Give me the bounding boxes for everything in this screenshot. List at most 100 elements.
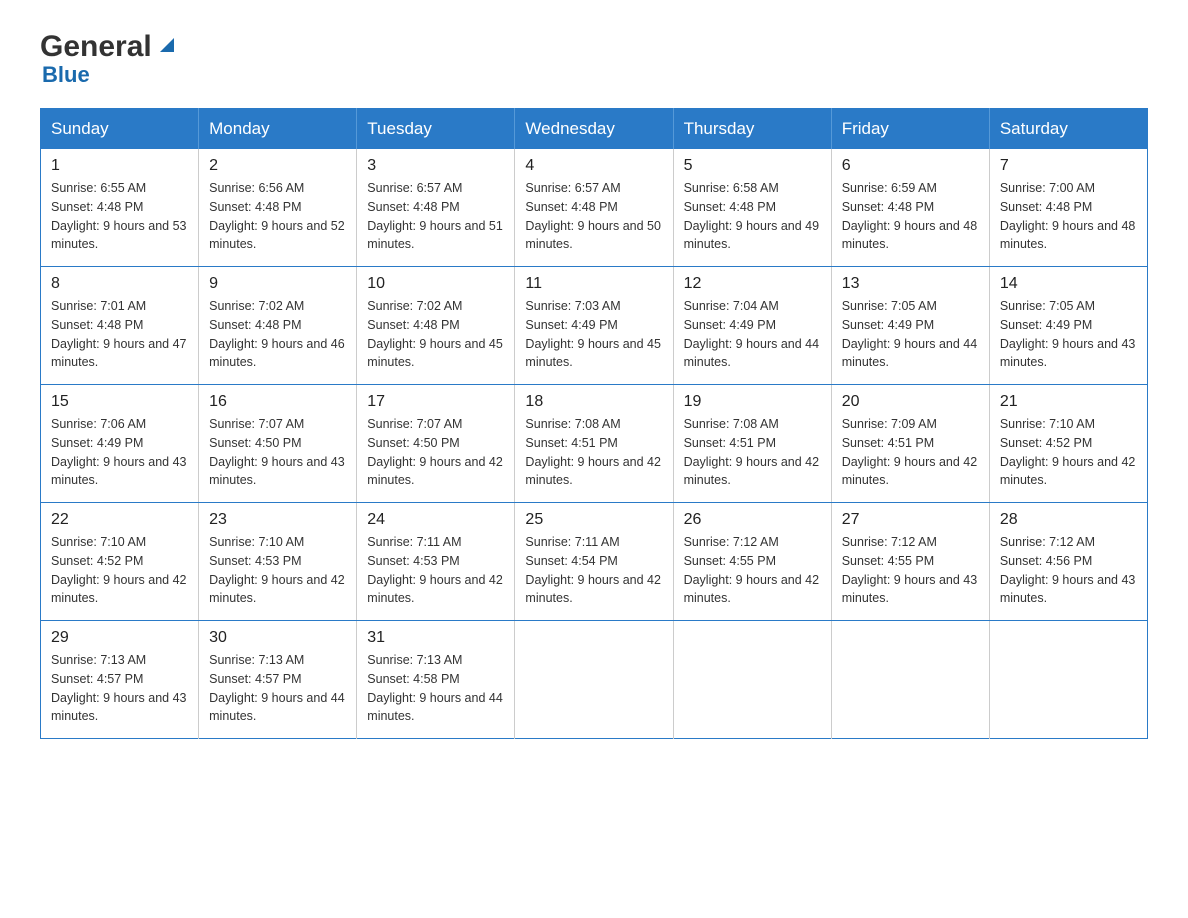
day-number: 31 xyxy=(367,629,504,647)
day-info: Sunrise: 6:59 AM Sunset: 4:48 PM Dayligh… xyxy=(842,179,979,254)
calendar-cell: 8 Sunrise: 7:01 AM Sunset: 4:48 PM Dayli… xyxy=(41,267,199,385)
day-info: Sunrise: 7:08 AM Sunset: 4:51 PM Dayligh… xyxy=(684,415,821,490)
day-number: 27 xyxy=(842,511,979,529)
day-info: Sunrise: 6:56 AM Sunset: 4:48 PM Dayligh… xyxy=(209,179,346,254)
day-info: Sunrise: 7:06 AM Sunset: 4:49 PM Dayligh… xyxy=(51,415,188,490)
header-sunday: Sunday xyxy=(41,109,199,150)
calendar-cell: 23 Sunrise: 7:10 AM Sunset: 4:53 PM Dayl… xyxy=(199,503,357,621)
day-info: Sunrise: 7:07 AM Sunset: 4:50 PM Dayligh… xyxy=(209,415,346,490)
header-monday: Monday xyxy=(199,109,357,150)
calendar-week-row: 22 Sunrise: 7:10 AM Sunset: 4:52 PM Dayl… xyxy=(41,503,1148,621)
logo: General Blue xyxy=(40,30,178,88)
logo-blue: Blue xyxy=(42,62,90,88)
calendar-cell xyxy=(515,621,673,739)
day-info: Sunrise: 7:08 AM Sunset: 4:51 PM Dayligh… xyxy=(525,415,662,490)
day-number: 30 xyxy=(209,629,346,647)
day-info: Sunrise: 6:58 AM Sunset: 4:48 PM Dayligh… xyxy=(684,179,821,254)
calendar-header-row: SundayMondayTuesdayWednesdayThursdayFrid… xyxy=(41,109,1148,150)
calendar-cell: 12 Sunrise: 7:04 AM Sunset: 4:49 PM Dayl… xyxy=(673,267,831,385)
day-number: 4 xyxy=(525,157,662,175)
logo-icon: General xyxy=(40,30,178,64)
day-info: Sunrise: 6:55 AM Sunset: 4:48 PM Dayligh… xyxy=(51,179,188,254)
day-number: 28 xyxy=(1000,511,1137,529)
day-number: 23 xyxy=(209,511,346,529)
day-number: 12 xyxy=(684,275,821,293)
day-number: 2 xyxy=(209,157,346,175)
calendar-cell: 9 Sunrise: 7:02 AM Sunset: 4:48 PM Dayli… xyxy=(199,267,357,385)
day-info: Sunrise: 7:07 AM Sunset: 4:50 PM Dayligh… xyxy=(367,415,504,490)
day-info: Sunrise: 7:05 AM Sunset: 4:49 PM Dayligh… xyxy=(842,297,979,372)
calendar-cell: 4 Sunrise: 6:57 AM Sunset: 4:48 PM Dayli… xyxy=(515,149,673,267)
day-info: Sunrise: 7:11 AM Sunset: 4:53 PM Dayligh… xyxy=(367,533,504,608)
logo-general: General xyxy=(40,30,152,64)
calendar-cell xyxy=(831,621,989,739)
calendar-cell: 10 Sunrise: 7:02 AM Sunset: 4:48 PM Dayl… xyxy=(357,267,515,385)
day-info: Sunrise: 7:10 AM Sunset: 4:52 PM Dayligh… xyxy=(1000,415,1137,490)
calendar-cell: 5 Sunrise: 6:58 AM Sunset: 4:48 PM Dayli… xyxy=(673,149,831,267)
day-info: Sunrise: 7:13 AM Sunset: 4:57 PM Dayligh… xyxy=(51,651,188,726)
calendar-cell: 25 Sunrise: 7:11 AM Sunset: 4:54 PM Dayl… xyxy=(515,503,673,621)
day-number: 6 xyxy=(842,157,979,175)
day-info: Sunrise: 6:57 AM Sunset: 4:48 PM Dayligh… xyxy=(367,179,504,254)
day-number: 24 xyxy=(367,511,504,529)
day-number: 13 xyxy=(842,275,979,293)
header-wednesday: Wednesday xyxy=(515,109,673,150)
header-saturday: Saturday xyxy=(989,109,1147,150)
day-number: 22 xyxy=(51,511,188,529)
calendar-cell: 7 Sunrise: 7:00 AM Sunset: 4:48 PM Dayli… xyxy=(989,149,1147,267)
calendar-week-row: 15 Sunrise: 7:06 AM Sunset: 4:49 PM Dayl… xyxy=(41,385,1148,503)
day-number: 25 xyxy=(525,511,662,529)
calendar-cell: 16 Sunrise: 7:07 AM Sunset: 4:50 PM Dayl… xyxy=(199,385,357,503)
calendar-cell: 27 Sunrise: 7:12 AM Sunset: 4:55 PM Dayl… xyxy=(831,503,989,621)
calendar-cell: 3 Sunrise: 6:57 AM Sunset: 4:48 PM Dayli… xyxy=(357,149,515,267)
calendar-cell: 20 Sunrise: 7:09 AM Sunset: 4:51 PM Dayl… xyxy=(831,385,989,503)
day-number: 15 xyxy=(51,393,188,411)
day-number: 3 xyxy=(367,157,504,175)
calendar-table: SundayMondayTuesdayWednesdayThursdayFrid… xyxy=(40,108,1148,739)
calendar-cell: 1 Sunrise: 6:55 AM Sunset: 4:48 PM Dayli… xyxy=(41,149,199,267)
day-info: Sunrise: 7:00 AM Sunset: 4:48 PM Dayligh… xyxy=(1000,179,1137,254)
calendar-cell: 21 Sunrise: 7:10 AM Sunset: 4:52 PM Dayl… xyxy=(989,385,1147,503)
calendar-cell: 18 Sunrise: 7:08 AM Sunset: 4:51 PM Dayl… xyxy=(515,385,673,503)
calendar-cell: 19 Sunrise: 7:08 AM Sunset: 4:51 PM Dayl… xyxy=(673,385,831,503)
day-number: 8 xyxy=(51,275,188,293)
day-info: Sunrise: 7:10 AM Sunset: 4:52 PM Dayligh… xyxy=(51,533,188,608)
day-number: 9 xyxy=(209,275,346,293)
day-number: 10 xyxy=(367,275,504,293)
day-info: Sunrise: 7:13 AM Sunset: 4:58 PM Dayligh… xyxy=(367,651,504,726)
calendar-week-row: 1 Sunrise: 6:55 AM Sunset: 4:48 PM Dayli… xyxy=(41,149,1148,267)
day-number: 7 xyxy=(1000,157,1137,175)
day-number: 26 xyxy=(684,511,821,529)
calendar-cell: 26 Sunrise: 7:12 AM Sunset: 4:55 PM Dayl… xyxy=(673,503,831,621)
day-number: 1 xyxy=(51,157,188,175)
day-number: 17 xyxy=(367,393,504,411)
calendar-cell: 24 Sunrise: 7:11 AM Sunset: 4:53 PM Dayl… xyxy=(357,503,515,621)
day-info: Sunrise: 7:02 AM Sunset: 4:48 PM Dayligh… xyxy=(209,297,346,372)
calendar-cell xyxy=(989,621,1147,739)
calendar-cell: 13 Sunrise: 7:05 AM Sunset: 4:49 PM Dayl… xyxy=(831,267,989,385)
page-header: General Blue xyxy=(40,30,1148,88)
day-number: 20 xyxy=(842,393,979,411)
day-number: 21 xyxy=(1000,393,1137,411)
calendar-cell: 2 Sunrise: 6:56 AM Sunset: 4:48 PM Dayli… xyxy=(199,149,357,267)
header-tuesday: Tuesday xyxy=(357,109,515,150)
calendar-week-row: 29 Sunrise: 7:13 AM Sunset: 4:57 PM Dayl… xyxy=(41,621,1148,739)
day-number: 5 xyxy=(684,157,821,175)
calendar-cell: 30 Sunrise: 7:13 AM Sunset: 4:57 PM Dayl… xyxy=(199,621,357,739)
day-number: 18 xyxy=(525,393,662,411)
day-info: Sunrise: 7:12 AM Sunset: 4:55 PM Dayligh… xyxy=(684,533,821,608)
calendar-cell: 28 Sunrise: 7:12 AM Sunset: 4:56 PM Dayl… xyxy=(989,503,1147,621)
day-number: 11 xyxy=(525,275,662,293)
day-info: Sunrise: 7:03 AM Sunset: 4:49 PM Dayligh… xyxy=(525,297,662,372)
day-number: 16 xyxy=(209,393,346,411)
day-number: 19 xyxy=(684,393,821,411)
day-info: Sunrise: 7:12 AM Sunset: 4:55 PM Dayligh… xyxy=(842,533,979,608)
calendar-cell: 11 Sunrise: 7:03 AM Sunset: 4:49 PM Dayl… xyxy=(515,267,673,385)
calendar-cell: 31 Sunrise: 7:13 AM Sunset: 4:58 PM Dayl… xyxy=(357,621,515,739)
calendar-cell: 22 Sunrise: 7:10 AM Sunset: 4:52 PM Dayl… xyxy=(41,503,199,621)
header-thursday: Thursday xyxy=(673,109,831,150)
calendar-cell: 15 Sunrise: 7:06 AM Sunset: 4:49 PM Dayl… xyxy=(41,385,199,503)
day-number: 14 xyxy=(1000,275,1137,293)
calendar-cell xyxy=(673,621,831,739)
day-info: Sunrise: 7:02 AM Sunset: 4:48 PM Dayligh… xyxy=(367,297,504,372)
